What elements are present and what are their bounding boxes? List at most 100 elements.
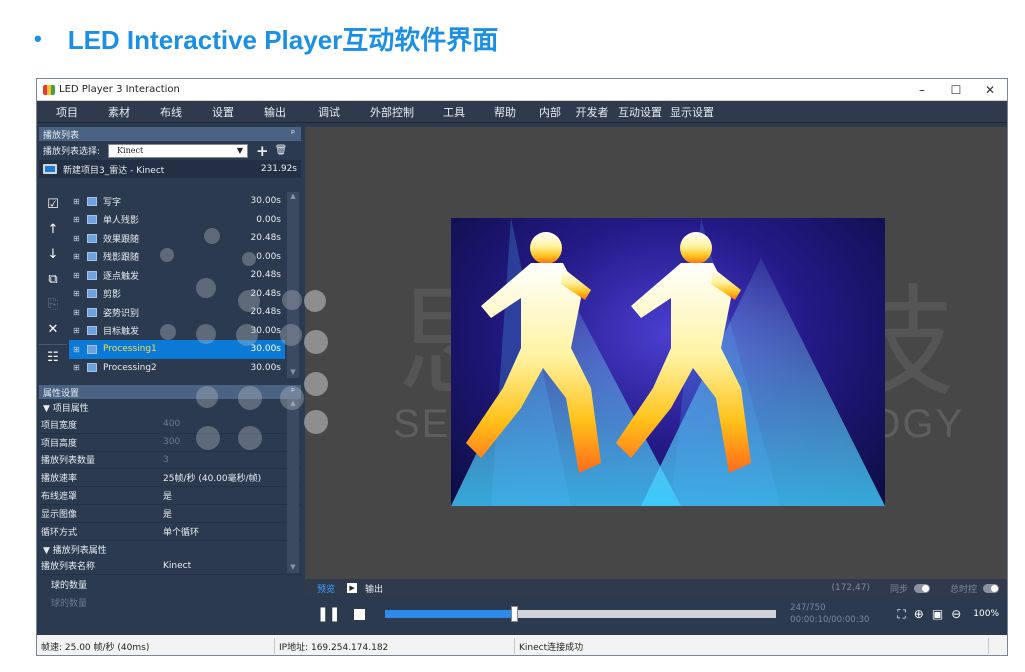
delete-icon[interactable]: ✕	[39, 317, 67, 342]
zoom-in-icon[interactable]: ⊕	[914, 607, 924, 621]
expand-icon[interactable]: ⊞	[73, 326, 87, 335]
expand-icon[interactable]: ⊞	[73, 215, 87, 224]
left-panel: 播放列表 ᵖ 播放列表选择: Kinect ▼ + 🗑 新建项目3_雷达 - K…	[39, 127, 301, 631]
expand-icon[interactable]: ⊞	[73, 252, 87, 261]
playback-progress[interactable]	[385, 606, 777, 622]
scroll-down-icon[interactable]: ▼	[287, 368, 299, 378]
scroll-up-icon[interactable]: ▲	[287, 192, 299, 202]
minimize-button[interactable]: –	[905, 83, 939, 97]
property-row[interactable]: 项目宽度 400	[39, 416, 301, 434]
property-value-text: 单个循环	[163, 527, 200, 538]
menu-assets[interactable]: 素材	[93, 104, 145, 120]
play-icon[interactable]: ▶	[347, 583, 358, 593]
expand-icon[interactable]: ⊞	[73, 234, 87, 243]
property-key: 布线遮罩	[41, 492, 78, 503]
move-down-icon[interactable]: ↓	[39, 242, 67, 267]
add-playlist-icon[interactable]: +	[256, 142, 269, 160]
master-clock-toggle[interactable]	[983, 583, 999, 593]
property-value[interactable]: 是▼	[163, 507, 301, 520]
section-playlist-properties[interactable]: ▼ 播放列表属性	[39, 540, 301, 558]
playlist-item-duration: 0.00s	[256, 214, 281, 225]
playlist-item[interactable]: ⊞Processing330.00s	[69, 377, 285, 378]
playlist-items: ⊞ 写字 30.00s ⊞ 单人残影 0.00s ⊞ 效果跟随 20.48s ⊞ 残影跟随 0.00s…	[69, 192, 285, 378]
window-title: LED Player 3 Interaction	[59, 84, 180, 95]
menu-tools[interactable]: 工具	[427, 104, 481, 120]
menu-debug[interactable]: 调试	[301, 104, 357, 120]
decor-bubble	[196, 426, 220, 450]
expand-icon[interactable]: ⊞	[73, 308, 87, 317]
tab-output[interactable]: 输出	[365, 582, 383, 595]
property-row[interactable]: 播放列表数量 3	[39, 452, 301, 470]
preview-viewport[interactable]: 思 技 SE LOGY	[305, 127, 1007, 579]
expand-icon[interactable]: ⊞	[73, 345, 87, 354]
expand-icon[interactable]: ⊞	[73, 289, 87, 298]
section-project-properties[interactable]: ▼ 项目属性	[39, 399, 301, 416]
property-value[interactable]: 25帧/秒 (40.00毫秒/帧)▼	[163, 471, 301, 484]
decor-bubble	[280, 324, 302, 346]
scroll-down-icon[interactable]: ▼	[287, 563, 299, 573]
playlist-scrollbar[interactable]: ▲ ▼	[287, 192, 299, 378]
playlist-item[interactable]: ⊞ 逐点触发 20.48s	[69, 266, 285, 285]
decor-bubble	[238, 426, 262, 450]
property-value: 300	[163, 437, 301, 447]
playlist-item[interactable]: ⊞ 单人残影 0.00s	[69, 211, 285, 230]
menu-internal[interactable]: 内部	[529, 104, 571, 120]
decor-bubble	[304, 330, 328, 354]
zoom-out-icon[interactable]: ⊖	[951, 607, 961, 621]
playlist-select[interactable]: Kinect ▼	[108, 143, 249, 158]
property-row[interactable]: 布线遮罩 是▼	[39, 487, 301, 505]
playlist-panel-title: 播放列表	[43, 130, 80, 141]
move-up-icon[interactable]: ↑	[39, 217, 67, 242]
decor-bubble	[238, 290, 260, 312]
progress-handle[interactable]	[511, 606, 519, 622]
sync-toggle[interactable]	[913, 583, 930, 593]
menu-display-settings[interactable]: 显示设置	[667, 104, 717, 120]
property-row[interactable]: 播放列表名称 Kinect	[39, 558, 301, 576]
menu-project[interactable]: 项目	[41, 104, 93, 120]
monitor-icon	[43, 164, 57, 174]
property-value[interactable]: 单个循环▼	[163, 525, 301, 538]
properties-scrollbar[interactable]: ▲ ▼	[287, 399, 299, 573]
playlist-item[interactable]: ⊞ Processing2 30.00s	[69, 359, 285, 378]
clip-icon	[87, 326, 97, 336]
property-row[interactable]: 显示图像 是▼	[39, 505, 301, 523]
stop-button[interactable]	[354, 608, 366, 620]
decor-bubble	[196, 386, 218, 408]
expand-icon[interactable]: ⊞	[73, 271, 87, 280]
zoom-actual-icon[interactable]: ▣	[932, 607, 943, 621]
decor-bubble	[196, 278, 216, 298]
decor-bubble	[238, 386, 262, 410]
tab-preview[interactable]: 预览	[317, 582, 335, 595]
maximize-button[interactable]: ☐	[939, 83, 973, 97]
playlist-item[interactable]: ⊞ 写字 30.00s	[69, 192, 285, 211]
paste-icon[interactable]: ⎘	[39, 292, 67, 317]
expand-icon[interactable]: ⊞	[73, 363, 87, 372]
pause-button[interactable]: ❚❚	[317, 606, 340, 622]
menu-external-control[interactable]: 外部控制	[357, 104, 427, 120]
playlist-panel-header: 播放列表 ᵖ	[39, 127, 301, 141]
playlist-item-name: 效果跟随	[103, 234, 140, 245]
close-button[interactable]: ✕	[973, 83, 1007, 97]
menu-settings[interactable]: 设置	[197, 104, 249, 120]
expand-icon[interactable]: ⊞	[73, 197, 87, 206]
playlist-item[interactable]: ⊞ 效果跟随 20.48s	[69, 229, 285, 248]
trash-icon[interactable]: 🗑	[275, 145, 288, 156]
pin-icon[interactable]: ᵖ	[291, 129, 295, 139]
decor-bubble	[160, 248, 174, 262]
viewer-status-right: (172,47) 同步 总时控	[831, 582, 1007, 595]
menu-wiring[interactable]: 布线	[145, 104, 197, 120]
property-row[interactable]: 循环方式 单个循环▼	[39, 523, 301, 541]
property-value[interactable]: 是▼	[163, 489, 301, 502]
properties-icon[interactable]: ☷	[39, 344, 67, 369]
project-row[interactable]: 新建项目3_雷达 - Kinect 231.92s	[39, 160, 301, 178]
menu-developer[interactable]: 开发者	[571, 104, 613, 120]
zoom-fit-icon[interactable]: ⛶	[897, 607, 905, 622]
menu-output[interactable]: 输出	[249, 104, 301, 120]
playlist-item-name: 单人残影	[103, 216, 140, 227]
enable-checkbox-icon[interactable]: ☑	[39, 192, 67, 217]
copy-icon[interactable]: ⧉	[39, 267, 67, 292]
property-row[interactable]: 播放速率 25帧/秒 (40.00毫秒/帧)▼	[39, 469, 301, 488]
clip-icon	[87, 307, 97, 317]
menu-interaction-settings[interactable]: 互动设置	[613, 104, 667, 120]
menu-help[interactable]: 帮助	[481, 104, 529, 120]
